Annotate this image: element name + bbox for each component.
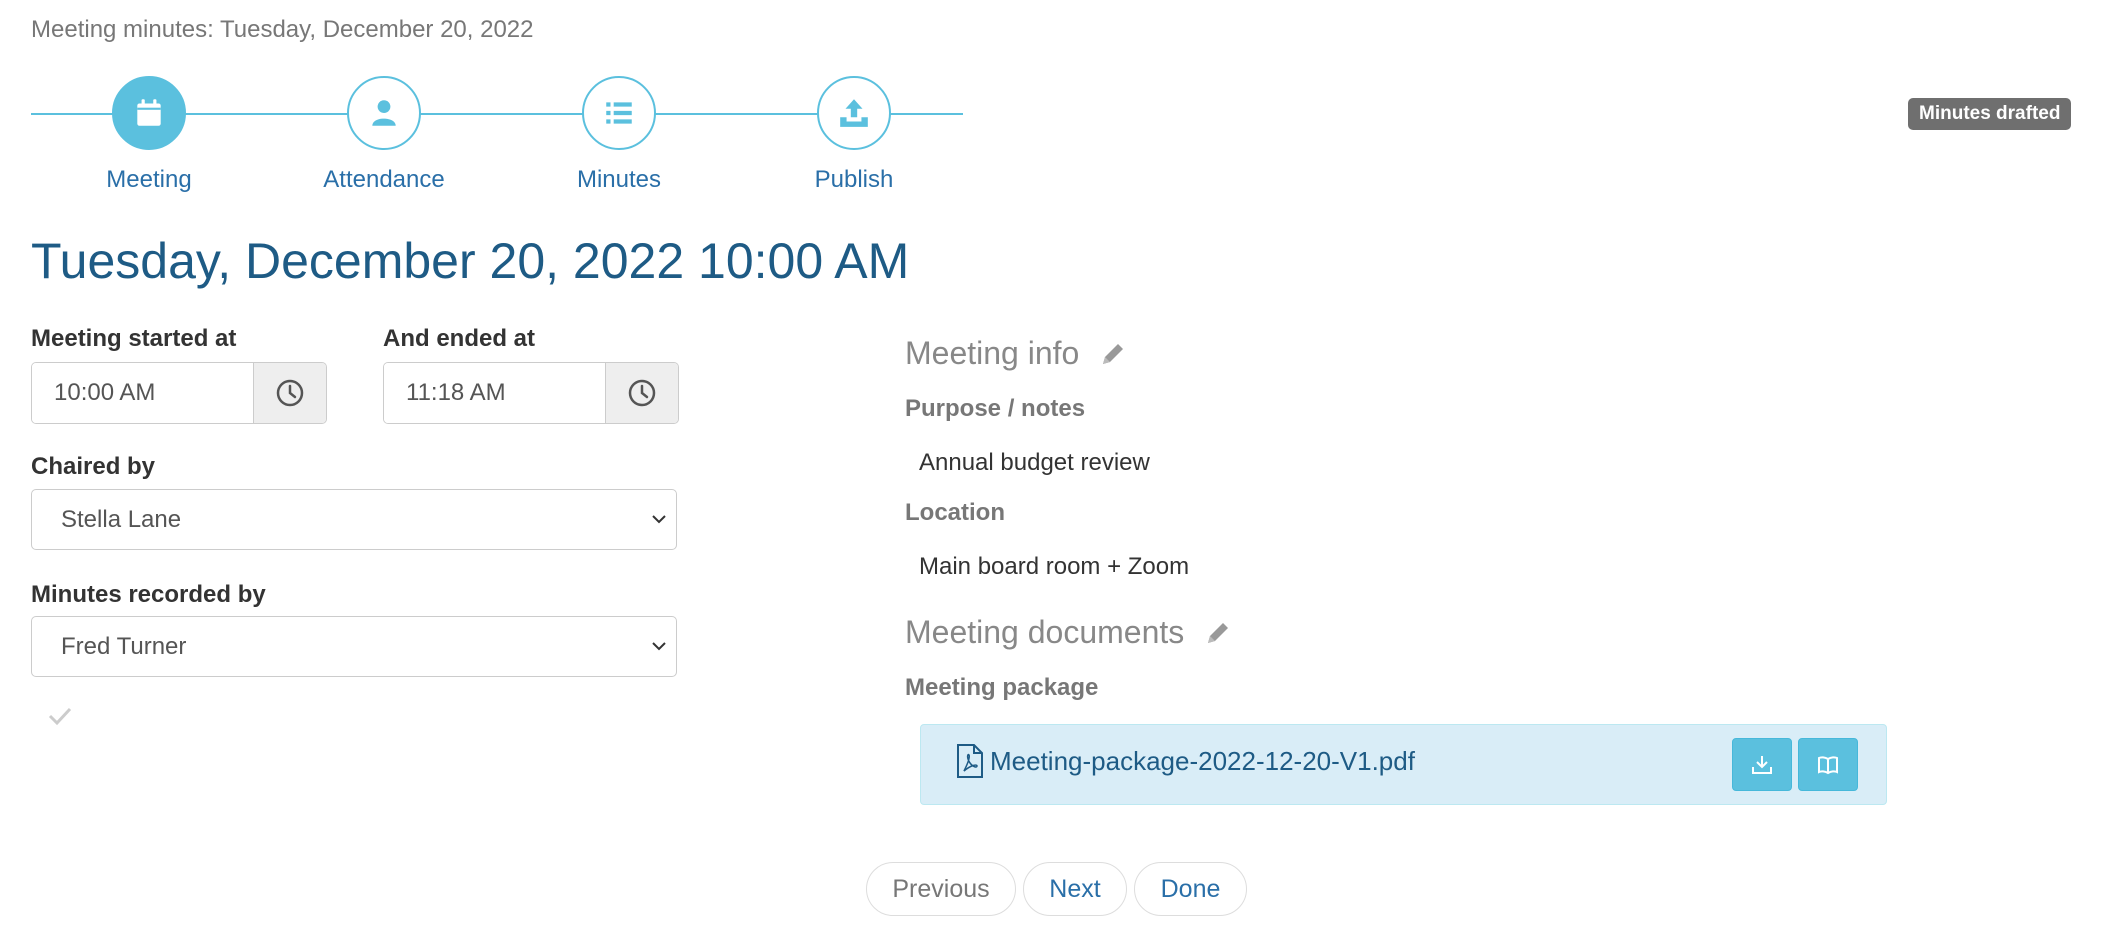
step-circle bbox=[347, 76, 421, 150]
wizard-stepper: Meeting Attendance Minutes Publish bbox=[31, 73, 963, 193]
step-label: Publish bbox=[814, 166, 894, 193]
step-attendance[interactable]: Attendance bbox=[304, 73, 464, 194]
document-item: Meeting-package-2022-12-20-V1.pdf bbox=[920, 724, 1887, 805]
step-label: Meeting bbox=[106, 166, 192, 193]
edit-meeting-info-pencil-icon[interactable] bbox=[1099, 340, 1127, 368]
edit-documents-pencil-icon[interactable] bbox=[1204, 619, 1232, 647]
step-meeting[interactable]: Meeting bbox=[69, 73, 229, 194]
meeting-title: Tuesday, December 20, 2022 10:00 AM bbox=[31, 233, 910, 289]
user-icon bbox=[372, 100, 396, 126]
meeting-package-label: Meeting package bbox=[905, 674, 1099, 701]
step-publish[interactable]: Publish bbox=[774, 73, 934, 194]
step-circle bbox=[112, 76, 186, 150]
step-label: Attendance bbox=[323, 166, 445, 193]
next-button[interactable]: Next bbox=[1023, 862, 1127, 916]
location-value: Main board room + Zoom bbox=[919, 553, 1190, 580]
meeting-info-title: Meeting info bbox=[905, 335, 1080, 371]
open-document-button[interactable] bbox=[1798, 738, 1858, 791]
chaired-label: Chaired by bbox=[31, 453, 156, 480]
previous-button[interactable]: Previous bbox=[866, 862, 1016, 916]
chaired-by-select[interactable]: Stella Lane bbox=[31, 489, 677, 550]
meeting-documents-heading: Meeting documents bbox=[905, 614, 1232, 651]
checkmark-icon bbox=[48, 707, 72, 726]
pdf-file-icon bbox=[957, 744, 983, 778]
ended-label: And ended at bbox=[383, 325, 536, 352]
chaired-by-value: Stella Lane bbox=[61, 505, 182, 533]
started-clock-button[interactable] bbox=[253, 363, 326, 423]
clock-icon bbox=[628, 379, 656, 407]
document-file-name: Meeting-package-2022-12-20-V1.pdf bbox=[990, 745, 1415, 776]
started-time-group bbox=[31, 362, 327, 424]
ended-time-group bbox=[383, 362, 679, 424]
step-minutes[interactable]: Minutes bbox=[539, 73, 699, 194]
recorded-by-value: Fred Turner bbox=[61, 632, 187, 660]
list-icon bbox=[606, 102, 632, 124]
step-circle bbox=[817, 76, 891, 150]
recorded-by-select[interactable]: Fred Turner bbox=[31, 616, 677, 677]
step-label: Minutes bbox=[576, 166, 662, 193]
download-button[interactable] bbox=[1732, 738, 1792, 791]
done-button[interactable]: Done bbox=[1134, 862, 1247, 916]
document-link[interactable]: Meeting-package-2022-12-20-V1.pdf bbox=[956, 743, 1415, 779]
started-label: Meeting started at bbox=[31, 325, 237, 352]
step-circle bbox=[582, 76, 656, 150]
chevron-down-icon bbox=[652, 642, 666, 651]
meeting-info-heading: Meeting info bbox=[905, 335, 1127, 372]
meeting-documents-title: Meeting documents bbox=[905, 614, 1185, 650]
status-badge: Minutes drafted bbox=[1908, 98, 2072, 130]
started-time-input[interactable] bbox=[32, 363, 253, 423]
ended-time-input[interactable] bbox=[384, 363, 605, 423]
calendar-icon bbox=[137, 99, 161, 126]
page-header: Meeting minutes: Tuesday, December 20, 2… bbox=[31, 16, 534, 43]
purpose-label: Purpose / notes bbox=[905, 395, 1086, 422]
book-open-icon bbox=[1818, 755, 1838, 774]
clock-icon bbox=[276, 379, 304, 407]
ended-clock-button[interactable] bbox=[605, 363, 678, 423]
recorded-label: Minutes recorded by bbox=[31, 581, 266, 608]
upload-icon bbox=[840, 99, 868, 127]
purpose-value: Annual budget review bbox=[919, 449, 1150, 476]
location-label: Location bbox=[905, 499, 1005, 526]
download-icon bbox=[1752, 755, 1772, 774]
chevron-down-icon bbox=[652, 515, 666, 524]
